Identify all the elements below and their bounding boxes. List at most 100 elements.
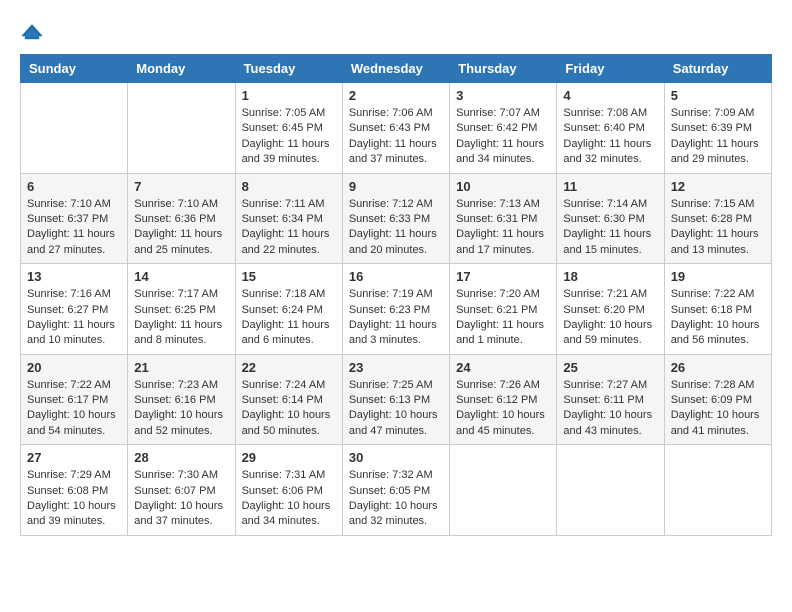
header [20, 20, 772, 44]
day-info: Sunrise: 7:16 AMSunset: 6:27 PMDaylight:… [27, 287, 121, 349]
calendar-cell: 6 Sunrise: 7:10 AMSunset: 6:37 PMDayligh… [21, 173, 128, 264]
day-info: Sunrise: 7:17 AMSunset: 6:25 PMDaylight:… [134, 287, 228, 349]
day-number: 26 [671, 360, 765, 375]
calendar-cell: 23 Sunrise: 7:25 AMSunset: 6:13 PMDaylig… [342, 354, 449, 445]
calendar-cell: 16 Sunrise: 7:19 AMSunset: 6:23 PMDaylig… [342, 264, 449, 355]
calendar-cell: 2 Sunrise: 7:06 AMSunset: 6:43 PMDayligh… [342, 83, 449, 174]
day-number: 13 [27, 269, 121, 284]
calendar-week-row: 1 Sunrise: 7:05 AMSunset: 6:45 PMDayligh… [21, 83, 772, 174]
weekday-header: Tuesday [235, 55, 342, 83]
calendar-cell: 1 Sunrise: 7:05 AMSunset: 6:45 PMDayligh… [235, 83, 342, 174]
day-number: 6 [27, 179, 121, 194]
day-number: 24 [456, 360, 550, 375]
calendar-cell: 18 Sunrise: 7:21 AMSunset: 6:20 PMDaylig… [557, 264, 664, 355]
calendar-cell: 8 Sunrise: 7:11 AMSunset: 6:34 PMDayligh… [235, 173, 342, 264]
calendar-cell [450, 445, 557, 536]
calendar-header: SundayMondayTuesdayWednesdayThursdayFrid… [21, 55, 772, 83]
calendar-body: 1 Sunrise: 7:05 AMSunset: 6:45 PMDayligh… [21, 83, 772, 536]
logo [20, 20, 48, 44]
calendar-cell: 9 Sunrise: 7:12 AMSunset: 6:33 PMDayligh… [342, 173, 449, 264]
day-info: Sunrise: 7:11 AMSunset: 6:34 PMDaylight:… [242, 197, 336, 259]
weekday-header: Saturday [664, 55, 771, 83]
weekday-row: SundayMondayTuesdayWednesdayThursdayFrid… [21, 55, 772, 83]
day-info: Sunrise: 7:15 AMSunset: 6:28 PMDaylight:… [671, 197, 765, 259]
calendar-cell: 19 Sunrise: 7:22 AMSunset: 6:18 PMDaylig… [664, 264, 771, 355]
day-info: Sunrise: 7:09 AMSunset: 6:39 PMDaylight:… [671, 106, 765, 168]
day-info: Sunrise: 7:07 AMSunset: 6:42 PMDaylight:… [456, 106, 550, 168]
logo-icon [20, 20, 44, 44]
day-info: Sunrise: 7:21 AMSunset: 6:20 PMDaylight:… [563, 287, 657, 349]
day-info: Sunrise: 7:10 AMSunset: 6:37 PMDaylight:… [27, 197, 121, 259]
day-info: Sunrise: 7:18 AMSunset: 6:24 PMDaylight:… [242, 287, 336, 349]
calendar-table: SundayMondayTuesdayWednesdayThursdayFrid… [20, 54, 772, 536]
weekday-header: Friday [557, 55, 664, 83]
day-info: Sunrise: 7:30 AMSunset: 6:07 PMDaylight:… [134, 468, 228, 530]
calendar-cell: 20 Sunrise: 7:22 AMSunset: 6:17 PMDaylig… [21, 354, 128, 445]
calendar-cell [557, 445, 664, 536]
weekday-header: Monday [128, 55, 235, 83]
day-number: 16 [349, 269, 443, 284]
day-number: 1 [242, 88, 336, 103]
day-info: Sunrise: 7:08 AMSunset: 6:40 PMDaylight:… [563, 106, 657, 168]
calendar-week-row: 6 Sunrise: 7:10 AMSunset: 6:37 PMDayligh… [21, 173, 772, 264]
day-info: Sunrise: 7:10 AMSunset: 6:36 PMDaylight:… [134, 197, 228, 259]
calendar-cell: 24 Sunrise: 7:26 AMSunset: 6:12 PMDaylig… [450, 354, 557, 445]
day-number: 2 [349, 88, 443, 103]
calendar-cell: 4 Sunrise: 7:08 AMSunset: 6:40 PMDayligh… [557, 83, 664, 174]
calendar-cell: 27 Sunrise: 7:29 AMSunset: 6:08 PMDaylig… [21, 445, 128, 536]
day-info: Sunrise: 7:28 AMSunset: 6:09 PMDaylight:… [671, 378, 765, 440]
calendar-cell: 30 Sunrise: 7:32 AMSunset: 6:05 PMDaylig… [342, 445, 449, 536]
calendar-cell: 29 Sunrise: 7:31 AMSunset: 6:06 PMDaylig… [235, 445, 342, 536]
day-number: 29 [242, 450, 336, 465]
day-number: 4 [563, 88, 657, 103]
calendar-cell: 28 Sunrise: 7:30 AMSunset: 6:07 PMDaylig… [128, 445, 235, 536]
day-info: Sunrise: 7:32 AMSunset: 6:05 PMDaylight:… [349, 468, 443, 530]
day-info: Sunrise: 7:19 AMSunset: 6:23 PMDaylight:… [349, 287, 443, 349]
calendar-cell: 10 Sunrise: 7:13 AMSunset: 6:31 PMDaylig… [450, 173, 557, 264]
day-number: 19 [671, 269, 765, 284]
day-info: Sunrise: 7:06 AMSunset: 6:43 PMDaylight:… [349, 106, 443, 168]
calendar-cell: 15 Sunrise: 7:18 AMSunset: 6:24 PMDaylig… [235, 264, 342, 355]
calendar-cell: 21 Sunrise: 7:23 AMSunset: 6:16 PMDaylig… [128, 354, 235, 445]
day-number: 17 [456, 269, 550, 284]
day-info: Sunrise: 7:05 AMSunset: 6:45 PMDaylight:… [242, 106, 336, 168]
day-number: 10 [456, 179, 550, 194]
calendar-cell: 26 Sunrise: 7:28 AMSunset: 6:09 PMDaylig… [664, 354, 771, 445]
day-info: Sunrise: 7:31 AMSunset: 6:06 PMDaylight:… [242, 468, 336, 530]
day-number: 27 [27, 450, 121, 465]
calendar-cell: 25 Sunrise: 7:27 AMSunset: 6:11 PMDaylig… [557, 354, 664, 445]
day-info: Sunrise: 7:24 AMSunset: 6:14 PMDaylight:… [242, 378, 336, 440]
day-info: Sunrise: 7:25 AMSunset: 6:13 PMDaylight:… [349, 378, 443, 440]
calendar-cell: 7 Sunrise: 7:10 AMSunset: 6:36 PMDayligh… [128, 173, 235, 264]
calendar-cell: 13 Sunrise: 7:16 AMSunset: 6:27 PMDaylig… [21, 264, 128, 355]
day-info: Sunrise: 7:23 AMSunset: 6:16 PMDaylight:… [134, 378, 228, 440]
day-number: 12 [671, 179, 765, 194]
day-number: 23 [349, 360, 443, 375]
weekday-header: Sunday [21, 55, 128, 83]
day-info: Sunrise: 7:29 AMSunset: 6:08 PMDaylight:… [27, 468, 121, 530]
day-number: 14 [134, 269, 228, 284]
day-number: 25 [563, 360, 657, 375]
day-number: 18 [563, 269, 657, 284]
day-number: 30 [349, 450, 443, 465]
day-info: Sunrise: 7:26 AMSunset: 6:12 PMDaylight:… [456, 378, 550, 440]
calendar-week-row: 27 Sunrise: 7:29 AMSunset: 6:08 PMDaylig… [21, 445, 772, 536]
day-info: Sunrise: 7:22 AMSunset: 6:17 PMDaylight:… [27, 378, 121, 440]
calendar-week-row: 13 Sunrise: 7:16 AMSunset: 6:27 PMDaylig… [21, 264, 772, 355]
day-number: 7 [134, 179, 228, 194]
day-number: 5 [671, 88, 765, 103]
day-info: Sunrise: 7:14 AMSunset: 6:30 PMDaylight:… [563, 197, 657, 259]
day-info: Sunrise: 7:13 AMSunset: 6:31 PMDaylight:… [456, 197, 550, 259]
day-number: 3 [456, 88, 550, 103]
calendar-cell: 17 Sunrise: 7:20 AMSunset: 6:21 PMDaylig… [450, 264, 557, 355]
day-number: 11 [563, 179, 657, 194]
calendar-cell: 5 Sunrise: 7:09 AMSunset: 6:39 PMDayligh… [664, 83, 771, 174]
calendar-cell: 12 Sunrise: 7:15 AMSunset: 6:28 PMDaylig… [664, 173, 771, 264]
day-number: 28 [134, 450, 228, 465]
calendar-cell: 14 Sunrise: 7:17 AMSunset: 6:25 PMDaylig… [128, 264, 235, 355]
calendar-week-row: 20 Sunrise: 7:22 AMSunset: 6:17 PMDaylig… [21, 354, 772, 445]
day-number: 15 [242, 269, 336, 284]
calendar-cell: 3 Sunrise: 7:07 AMSunset: 6:42 PMDayligh… [450, 83, 557, 174]
calendar-cell [128, 83, 235, 174]
day-number: 9 [349, 179, 443, 194]
